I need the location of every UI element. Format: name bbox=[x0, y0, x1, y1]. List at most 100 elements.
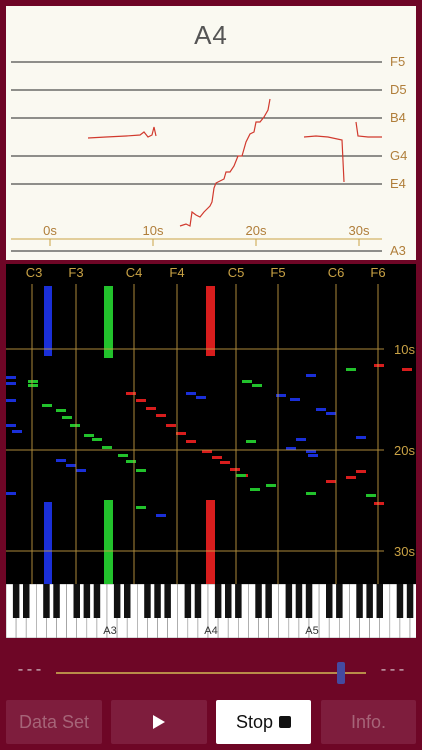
note-streak bbox=[366, 494, 376, 497]
black-key[interactable] bbox=[326, 584, 333, 618]
black-key[interactable] bbox=[336, 584, 343, 618]
note-streak bbox=[166, 424, 176, 427]
note-streak bbox=[326, 412, 336, 415]
note-streak bbox=[6, 382, 16, 385]
note-streak bbox=[28, 380, 38, 383]
spectrogram: C3 F3 C4 F4 C5 F5 C6 F6 10s 20s 30s bbox=[6, 264, 416, 584]
note-streak bbox=[62, 416, 72, 419]
note-streak bbox=[156, 414, 166, 417]
note-streak bbox=[230, 468, 240, 471]
black-key[interactable] bbox=[305, 584, 313, 618]
note-streak bbox=[28, 384, 38, 387]
note-streak bbox=[156, 514, 166, 517]
note-streak bbox=[136, 399, 146, 402]
time-row-label: 10s bbox=[394, 342, 415, 357]
black-key[interactable] bbox=[124, 584, 131, 618]
key-label-a5: A5 bbox=[305, 625, 318, 637]
time-axis-label: 30s bbox=[349, 223, 370, 238]
note-column-label: C5 bbox=[228, 265, 245, 280]
black-key[interactable] bbox=[93, 584, 101, 618]
right-readout: --- bbox=[378, 662, 406, 679]
black-key[interactable] bbox=[376, 584, 384, 618]
black-key[interactable] bbox=[406, 584, 414, 618]
sustained-band bbox=[104, 500, 113, 584]
note-streak bbox=[76, 469, 86, 472]
note-streak bbox=[346, 368, 356, 371]
note-line-label: F5 bbox=[390, 54, 405, 69]
note-streak bbox=[6, 424, 16, 427]
note-streak bbox=[92, 438, 102, 441]
black-key[interactable] bbox=[12, 584, 20, 618]
note-column-label: C3 bbox=[26, 265, 43, 280]
note-streak bbox=[402, 368, 412, 371]
black-key[interactable] bbox=[295, 584, 303, 618]
note-column-label: F4 bbox=[169, 265, 184, 280]
note-line-label: D5 bbox=[390, 82, 407, 97]
note-streak bbox=[6, 376, 16, 379]
note-line-label: B4 bbox=[390, 110, 406, 125]
note-streak bbox=[196, 396, 206, 399]
note-streak bbox=[250, 488, 260, 491]
note-streak bbox=[136, 506, 146, 509]
note-streak bbox=[212, 456, 222, 459]
black-key[interactable] bbox=[285, 584, 293, 618]
sustained-band bbox=[104, 286, 113, 358]
playback-controls: --- --- bbox=[0, 660, 422, 686]
note-streak bbox=[84, 434, 94, 437]
note-streak bbox=[42, 404, 52, 407]
note-streak bbox=[66, 464, 76, 467]
note-streak bbox=[356, 436, 366, 439]
black-key[interactable] bbox=[214, 584, 222, 618]
black-key[interactable] bbox=[43, 584, 50, 618]
sustained-band bbox=[206, 286, 215, 356]
black-key[interactable] bbox=[366, 584, 373, 618]
black-key[interactable] bbox=[255, 584, 262, 618]
note-line-label: G4 bbox=[390, 148, 407, 163]
stop-button[interactable]: Stop bbox=[216, 700, 311, 744]
time-axis-label: 20s bbox=[246, 223, 267, 238]
info-label: Info. bbox=[350, 711, 387, 732]
time-row-label: 20s bbox=[394, 443, 415, 458]
black-key[interactable] bbox=[53, 584, 60, 618]
playback-slider-thumb[interactable] bbox=[337, 662, 346, 684]
note-streak bbox=[102, 446, 112, 449]
note-line-label: E4 bbox=[390, 176, 406, 191]
note-streak bbox=[242, 380, 252, 383]
play-button[interactable] bbox=[111, 700, 207, 744]
note-streak bbox=[308, 454, 318, 457]
stop-icon bbox=[279, 716, 292, 728]
black-key[interactable] bbox=[113, 584, 121, 618]
piano-keyboard[interactable]: A3 A4 A5 bbox=[6, 584, 416, 638]
note-streak bbox=[374, 502, 384, 505]
note-streak bbox=[6, 399, 16, 402]
black-key[interactable] bbox=[164, 584, 171, 618]
note-streak bbox=[70, 424, 80, 427]
note-column-label: C6 bbox=[328, 265, 345, 280]
note-line-label: A3 bbox=[390, 243, 406, 258]
black-key[interactable] bbox=[396, 584, 404, 618]
black-key[interactable] bbox=[73, 584, 81, 618]
info-button[interactable]: Info. bbox=[321, 700, 416, 744]
pitch-graph-panel: A4 F5 D5 B4 G4 E4 A3 0s 10s 20s 30s bbox=[6, 6, 416, 260]
data-set-button[interactable]: Data Set bbox=[6, 700, 102, 744]
black-key[interactable] bbox=[235, 584, 242, 618]
note-streak bbox=[220, 461, 230, 464]
black-key[interactable] bbox=[83, 584, 91, 618]
black-key[interactable] bbox=[154, 584, 161, 618]
black-key[interactable] bbox=[356, 584, 363, 618]
play-icon bbox=[153, 715, 165, 729]
playback-slider[interactable] bbox=[56, 672, 366, 674]
note-streak bbox=[146, 407, 156, 410]
black-key[interactable] bbox=[265, 584, 272, 618]
black-key[interactable] bbox=[194, 584, 202, 618]
note-streak bbox=[356, 470, 366, 473]
black-key[interactable] bbox=[225, 584, 232, 618]
black-key[interactable] bbox=[23, 584, 30, 618]
note-streak bbox=[326, 480, 336, 483]
black-key[interactable] bbox=[144, 584, 151, 618]
note-streak bbox=[186, 440, 196, 443]
time-row-label: 30s bbox=[394, 544, 415, 559]
note-streak bbox=[306, 374, 316, 377]
black-key[interactable] bbox=[184, 584, 192, 618]
note-column-label: F5 bbox=[270, 265, 285, 280]
